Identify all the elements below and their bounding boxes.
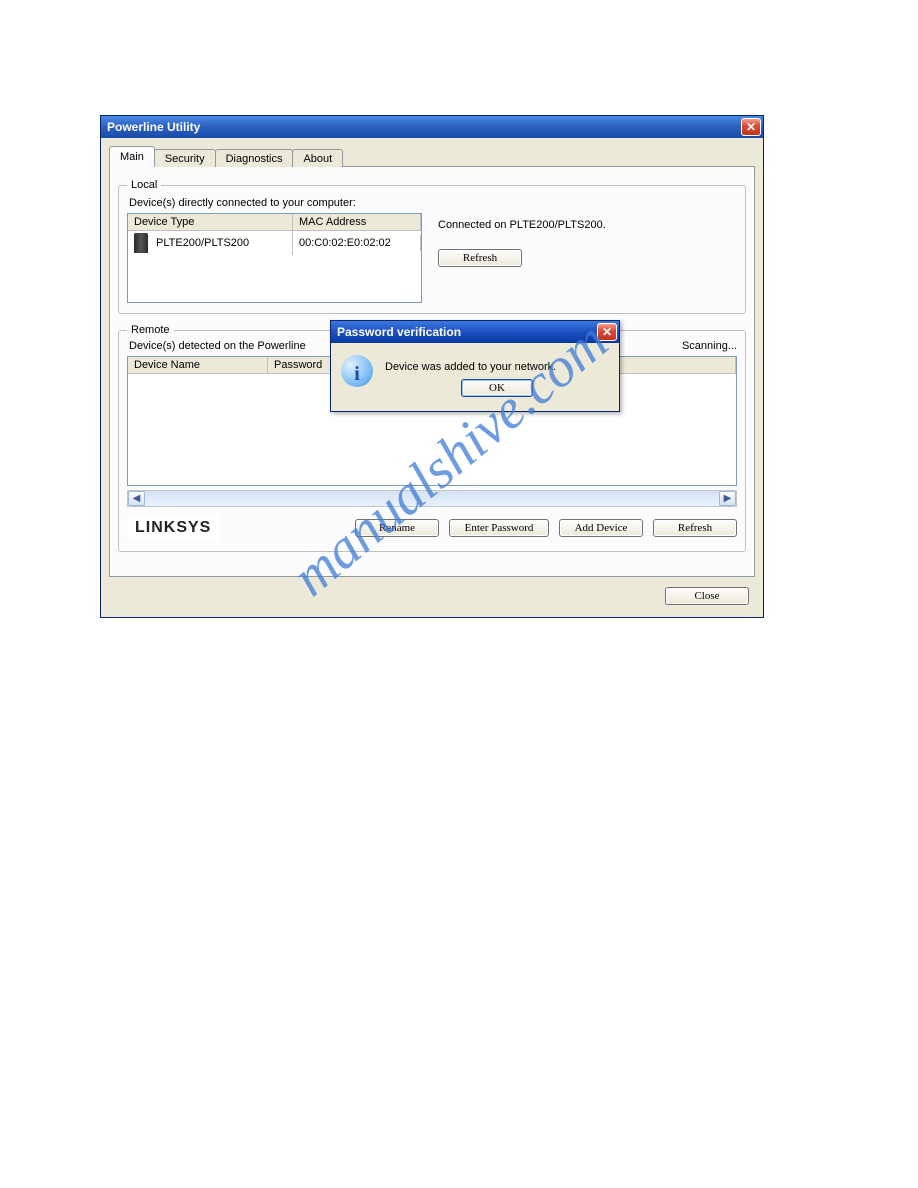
tab-about[interactable]: About: [292, 149, 343, 167]
connected-text: Connected on PLTE200/PLTS200.: [438, 219, 733, 231]
dialog-titlebar[interactable]: Password verification ✕: [331, 321, 619, 343]
local-device-list[interactable]: Device Type MAC Address PLTE200/PLTS200 …: [127, 213, 422, 303]
col-device-type[interactable]: Device Type: [128, 214, 293, 230]
scroll-right-icon[interactable]: ▶: [719, 491, 736, 506]
info-icon: [341, 355, 373, 387]
remote-caption-text: Device(s) detected on the Powerline: [129, 340, 306, 352]
titlebar[interactable]: Powerline Utility ✕: [101, 116, 763, 138]
col-mac-address[interactable]: MAC Address: [293, 214, 421, 230]
window-close-button[interactable]: ✕: [741, 118, 761, 136]
tab-security[interactable]: Security: [154, 149, 216, 167]
enter-password-button[interactable]: Enter Password: [449, 519, 549, 537]
local-caption: Device(s) directly connected to your com…: [129, 197, 737, 209]
local-legend: Local: [127, 179, 161, 191]
remote-legend: Remote: [127, 324, 174, 336]
scroll-left-icon[interactable]: ◀: [128, 491, 145, 506]
table-row[interactable]: PLTE200/PLTS200 00:C0:02:E0:02:02: [128, 231, 421, 255]
close-icon: ✕: [602, 325, 612, 339]
local-row-type: PLTE200/PLTS200: [156, 237, 249, 249]
local-right-panel: Connected on PLTE200/PLTS200. Refresh: [434, 213, 737, 303]
remote-button-row: LINKSYS Rename Enter Password Add Device…: [127, 515, 737, 541]
local-refresh-button[interactable]: Refresh: [438, 249, 522, 267]
horizontal-scrollbar[interactable]: ◀ ▶: [127, 490, 737, 507]
local-group: Local Device(s) directly connected to yo…: [118, 179, 746, 314]
add-device-button[interactable]: Add Device: [559, 519, 643, 537]
remote-status: Scanning...: [682, 340, 737, 352]
window-title: Powerline Utility: [107, 120, 200, 134]
dialog-title: Password verification: [337, 325, 461, 339]
tab-main[interactable]: Main: [109, 146, 155, 167]
linksys-logo: LINKSYS: [127, 515, 219, 541]
rename-button[interactable]: Rename: [355, 519, 439, 537]
device-icon: [134, 233, 148, 253]
bottom-button-row: Close: [109, 577, 755, 609]
local-row-mac: 00:C0:02:E0:02:02: [293, 235, 421, 251]
close-icon: ✕: [746, 120, 756, 134]
dialog-ok-button[interactable]: OK: [461, 379, 533, 397]
col-device-name[interactable]: Device Name: [128, 357, 268, 373]
close-button[interactable]: Close: [665, 587, 749, 605]
tab-strip: Main Security Diagnostics About: [109, 146, 755, 166]
remote-refresh-button[interactable]: Refresh: [653, 519, 737, 537]
password-verification-dialog: Password verification ✕ Device was added…: [330, 320, 620, 412]
dialog-close-button[interactable]: ✕: [597, 323, 617, 341]
dialog-message: Device was added to your network.: [385, 355, 609, 373]
scroll-track[interactable]: [145, 491, 719, 506]
tab-diagnostics[interactable]: Diagnostics: [215, 149, 294, 167]
local-list-header: Device Type MAC Address: [128, 214, 421, 231]
